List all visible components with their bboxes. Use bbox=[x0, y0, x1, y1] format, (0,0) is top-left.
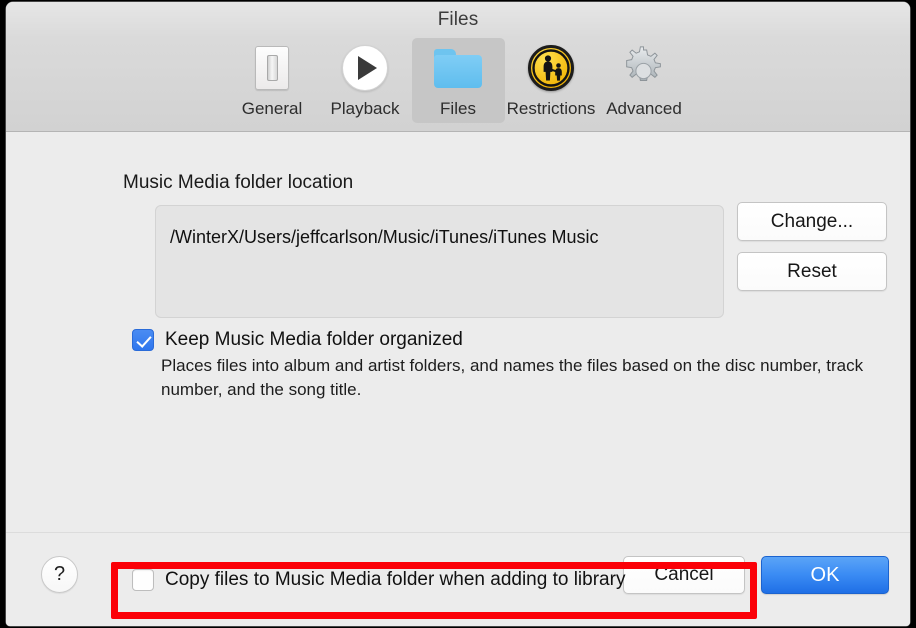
copy-files-checkbox[interactable] bbox=[132, 569, 154, 591]
section-title: Music Media folder location bbox=[123, 172, 354, 193]
reset-button[interactable]: Reset bbox=[737, 252, 887, 291]
cancel-button[interactable]: Cancel bbox=[623, 556, 745, 594]
keep-organized-row[interactable]: Keep Music Media folder organized bbox=[132, 329, 463, 351]
ok-button[interactable]: OK bbox=[761, 556, 889, 594]
tab-restrictions[interactable]: Restrictions bbox=[505, 38, 598, 123]
folder-icon bbox=[433, 43, 483, 93]
window-title: Files bbox=[437, 9, 479, 30]
toolbar: Files General Playback Files Restriction… bbox=[6, 2, 910, 132]
tab-advanced[interactable]: Advanced bbox=[598, 38, 691, 123]
light-switch-icon bbox=[247, 43, 297, 93]
tab-restrictions-label: Restrictions bbox=[506, 99, 596, 118]
tab-playback-label: Playback bbox=[330, 99, 400, 118]
parental-controls-icon bbox=[526, 43, 576, 93]
tab-files-label: Files bbox=[440, 99, 476, 118]
preferences-window: Files General Playback Files Restriction… bbox=[6, 2, 910, 626]
play-circle-icon bbox=[340, 43, 390, 93]
media-folder-path: /WinterX/Users/jeffcarlson/Music/iTunes/… bbox=[155, 205, 724, 318]
content-area: Music Media folder location /WinterX/Use… bbox=[6, 132, 910, 626]
copy-files-label: Copy files to Music Media folder when ad… bbox=[165, 569, 626, 590]
keep-organized-label: Keep Music Media folder organized bbox=[165, 329, 463, 350]
tab-bar: General Playback Files Restrictions Adva… bbox=[6, 38, 910, 123]
copy-files-row[interactable]: Copy files to Music Media folder when ad… bbox=[132, 569, 625, 591]
tab-general-label: General bbox=[241, 99, 303, 118]
tab-general[interactable]: General bbox=[226, 38, 319, 123]
gear-icon bbox=[619, 43, 669, 93]
keep-organized-checkbox[interactable] bbox=[132, 329, 154, 351]
keep-organized-description: Places files into album and artist folde… bbox=[161, 356, 864, 399]
tab-files[interactable]: Files bbox=[411, 38, 505, 123]
tab-advanced-label: Advanced bbox=[606, 99, 682, 118]
change-button[interactable]: Change... bbox=[737, 202, 887, 241]
help-button[interactable]: ? bbox=[41, 556, 78, 593]
tab-playback[interactable]: Playback bbox=[319, 38, 412, 123]
